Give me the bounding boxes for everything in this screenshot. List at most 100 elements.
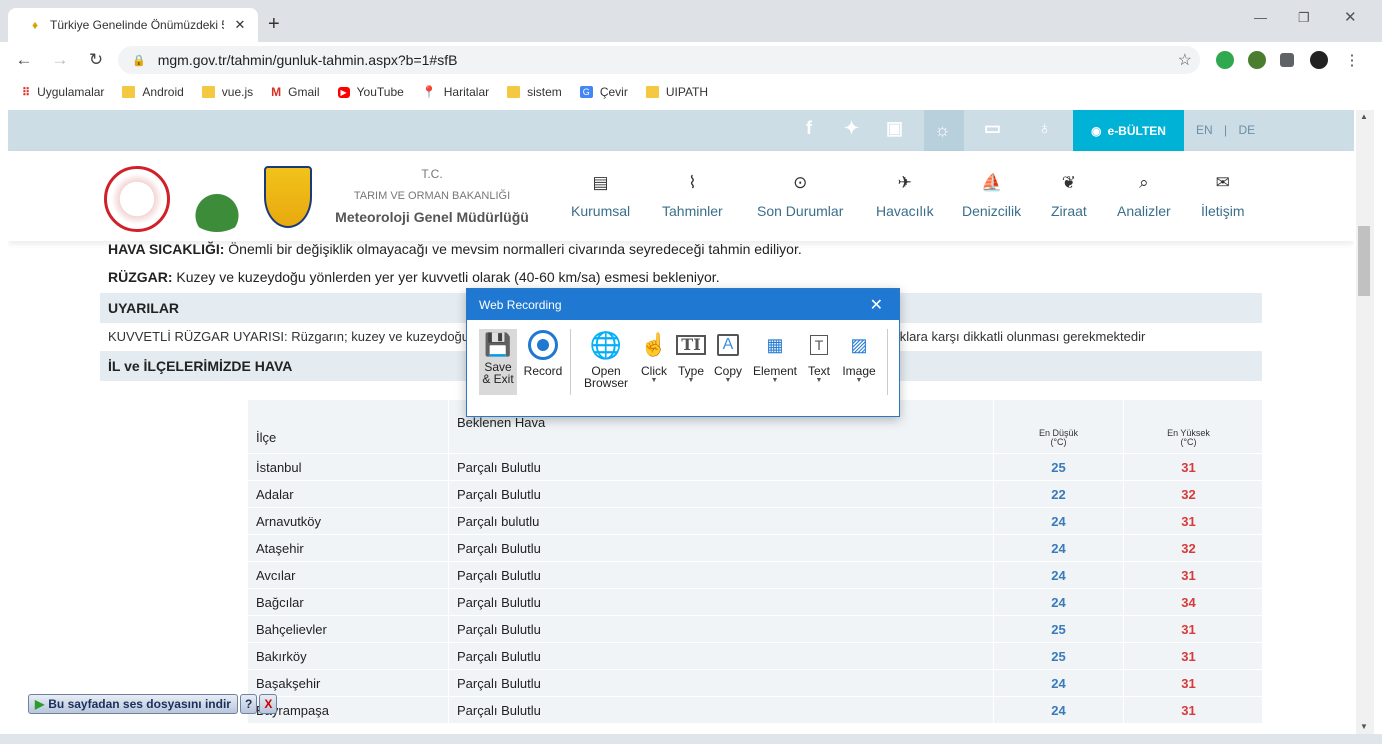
weather-cell: Parçalı bulutlu bbox=[448, 508, 993, 534]
browser-menu-icon[interactable]: ⋮ bbox=[1340, 51, 1364, 69]
audio-widget: ▶ Bu sayfadan ses dosyasını indir ? X bbox=[28, 694, 278, 714]
type-label: Type bbox=[677, 364, 704, 378]
bookmark-sistem[interactable]: sistem bbox=[507, 85, 562, 99]
restore-icon[interactable]: ❐ bbox=[1298, 10, 1310, 26]
click-label: Click bbox=[641, 364, 667, 378]
wheat-icon: ❦ bbox=[1061, 173, 1077, 192]
translate-icon: G bbox=[579, 86, 593, 98]
presidency-seal-logo[interactable] bbox=[104, 166, 170, 232]
bookmark-uipath[interactable]: UIPATH bbox=[645, 85, 708, 99]
nav-tahminler[interactable]: ⌇ Tahminler bbox=[662, 173, 723, 219]
close-icon[interactable]: ✕ bbox=[870, 295, 883, 315]
site-header: T.C. TARIM VE ORMAN BAKANLIĞI Meteoroloj… bbox=[8, 151, 1354, 241]
max-temp-cell: 31 bbox=[1123, 697, 1253, 723]
min-temp-cell: 24 bbox=[993, 508, 1123, 534]
table-row: Bayrampaşa Parçalı Bulutlu 24 31 bbox=[248, 697, 1262, 724]
maps-pin-icon: 📍 bbox=[421, 85, 437, 99]
forward-icon[interactable]: → bbox=[48, 50, 72, 70]
close-tab-icon[interactable]: ✕ bbox=[232, 17, 248, 33]
youtube-icon[interactable]: ▣ bbox=[886, 118, 903, 139]
nav-analizler[interactable]: ⌕ Analizler bbox=[1117, 173, 1171, 219]
chevron-down-icon: ▼ bbox=[687, 377, 695, 384]
nav-ziraat[interactable]: ❦ Ziraat bbox=[1051, 173, 1087, 219]
audio-close-button[interactable]: X bbox=[259, 694, 278, 714]
site-favicon-icon: ♦ bbox=[31, 18, 39, 32]
district-cell: Avcılar bbox=[256, 567, 296, 583]
reload-icon[interactable]: ↻ bbox=[84, 50, 108, 70]
browser-toolbar: ← → ↻ 🔒 mgm.gov.tr/tahmin/gunluk-tahmin.… bbox=[0, 42, 1382, 78]
scroll-up-icon[interactable]: ▲ bbox=[1360, 112, 1368, 121]
bookmark-cevir[interactable]: G Çevir bbox=[579, 85, 628, 99]
nav-denizcilik[interactable]: ⛵ Denizcilik bbox=[962, 173, 1021, 219]
bookmark-haritalar[interactable]: 📍 Haritalar bbox=[422, 85, 489, 99]
tab-title: Türkiye Genelinde Önümüzdeki 5 bbox=[50, 18, 224, 32]
meteoroloji-logo[interactable] bbox=[264, 166, 312, 228]
save-exit-button[interactable]: 💾 Save & Exit bbox=[479, 329, 517, 395]
envelope-icon: ✉ bbox=[1215, 173, 1230, 192]
max-temp-cell: 31 bbox=[1123, 508, 1253, 534]
microphone-icon[interactable]: ♁ bbox=[1038, 118, 1052, 139]
web-page: f ✦ ▣ ☼ ▭ ♁ ◉ e-BÜLTEN EN | DE T.C. TARIM… bbox=[8, 110, 1354, 744]
web-recording-dialog: Web Recording ✕ 💾 Save & Exit Record 🌐 O… bbox=[466, 288, 900, 417]
audio-help-button[interactable]: ? bbox=[239, 694, 258, 714]
nav-kurumsal[interactable]: ▤ Kurumsal bbox=[571, 173, 630, 219]
close-window-icon[interactable]: ✕ bbox=[1344, 8, 1357, 26]
browser-tab[interactable]: ♦ Türkiye Genelinde Önümüzdeki 5 ✕ bbox=[8, 8, 258, 42]
minimize-icon[interactable]: — bbox=[1254, 10, 1267, 25]
shield-extension-icon[interactable] bbox=[1216, 51, 1234, 69]
audio-download-button[interactable]: ▶ Bu sayfadan ses dosyasını indir bbox=[28, 694, 238, 714]
new-tab-icon[interactable]: + bbox=[268, 14, 280, 34]
accessibility-icon[interactable]: ☼ bbox=[924, 110, 964, 151]
page-scrollbar[interactable]: ▲ ▼ bbox=[1356, 110, 1374, 734]
record-button[interactable]: Record bbox=[523, 329, 563, 377]
scroll-down-icon[interactable]: ▼ bbox=[1360, 722, 1368, 731]
weather-cell: Parçalı Bulutlu bbox=[448, 643, 993, 669]
bookmark-gmail[interactable]: M Gmail bbox=[271, 85, 319, 99]
click-button[interactable]: ☝ Click ▼ bbox=[637, 329, 671, 385]
nav-havacilik[interactable]: ✈ Havacılık bbox=[876, 173, 934, 219]
lang-en-link[interactable]: EN bbox=[1196, 123, 1213, 137]
bookmark-label: Gmail bbox=[288, 85, 320, 99]
bookmark-star-icon[interactable]: ☆ bbox=[1178, 50, 1192, 70]
text-button[interactable]: T Text ▼ bbox=[803, 329, 835, 385]
table-row: Bağcılar Parçalı Bulutlu 24 34 bbox=[248, 589, 1262, 616]
forest-council-logo[interactable] bbox=[182, 166, 252, 232]
bookmark-android[interactable]: Android bbox=[122, 85, 184, 99]
ebulten-button[interactable]: ◉ e-BÜLTEN bbox=[1073, 110, 1184, 151]
image-label: Image bbox=[842, 364, 876, 378]
copy-button[interactable]: A Copy ▼ bbox=[711, 329, 745, 385]
youtube-icon: ▶ bbox=[337, 86, 350, 98]
save-exit-label: Save & Exit bbox=[482, 360, 514, 386]
facebook-icon[interactable]: f bbox=[806, 118, 812, 139]
max-temp-cell: 31 bbox=[1123, 670, 1253, 696]
back-icon[interactable]: ← bbox=[12, 50, 36, 70]
ebulten-label: e-BÜLTEN bbox=[1107, 123, 1166, 138]
profile-avatar[interactable] bbox=[1310, 51, 1328, 69]
nav-son-durumlar[interactable]: ⊙ Son Durumlar bbox=[757, 173, 843, 219]
address-bar[interactable]: 🔒 mgm.gov.tr/tahmin/gunluk-tahmin.aspx?b… bbox=[118, 46, 1200, 74]
table-row: Arnavutköy Parçalı bulutlu 24 31 bbox=[248, 508, 1262, 535]
image-button[interactable]: ▨ Image ▼ bbox=[839, 329, 879, 385]
min-temp-cell: 24 bbox=[993, 697, 1123, 723]
extensions-puzzle-icon[interactable] bbox=[1280, 53, 1294, 67]
header-district: İlçe bbox=[256, 430, 277, 445]
header-max-unit: (°C) bbox=[1180, 437, 1197, 447]
monitor-icon[interactable]: ▭ bbox=[984, 118, 1001, 139]
bookmark-youtube[interactable]: ▶ YouTube bbox=[337, 85, 404, 99]
lang-de-link[interactable]: DE bbox=[1238, 123, 1255, 137]
district-cell: Bakırköy bbox=[256, 648, 307, 664]
nav-label: İletişim bbox=[1201, 203, 1245, 219]
globe-extension-icon[interactable] bbox=[1248, 51, 1266, 69]
taskbar-strip bbox=[0, 734, 1382, 744]
table-row: Başakşehir Parçalı Bulutlu 24 31 bbox=[248, 670, 1262, 697]
element-grid-icon: ▦ bbox=[766, 335, 784, 355]
scrollbar-thumb[interactable] bbox=[1358, 226, 1370, 296]
element-button[interactable]: ▦ Element ▼ bbox=[751, 329, 799, 385]
twitter-icon[interactable]: ✦ bbox=[844, 118, 859, 139]
open-browser-button[interactable]: 🌐 Open Browser bbox=[577, 329, 635, 389]
bookmark-apps[interactable]: ⠿ Uygulamalar bbox=[22, 85, 104, 99]
apps-grid-icon: ⠿ bbox=[22, 86, 31, 99]
nav-iletisim[interactable]: ✉ İletişim bbox=[1201, 173, 1245, 219]
bookmark-vuejs[interactable]: vue.js bbox=[201, 85, 253, 99]
type-button[interactable]: TI Type ▼ bbox=[675, 329, 707, 385]
